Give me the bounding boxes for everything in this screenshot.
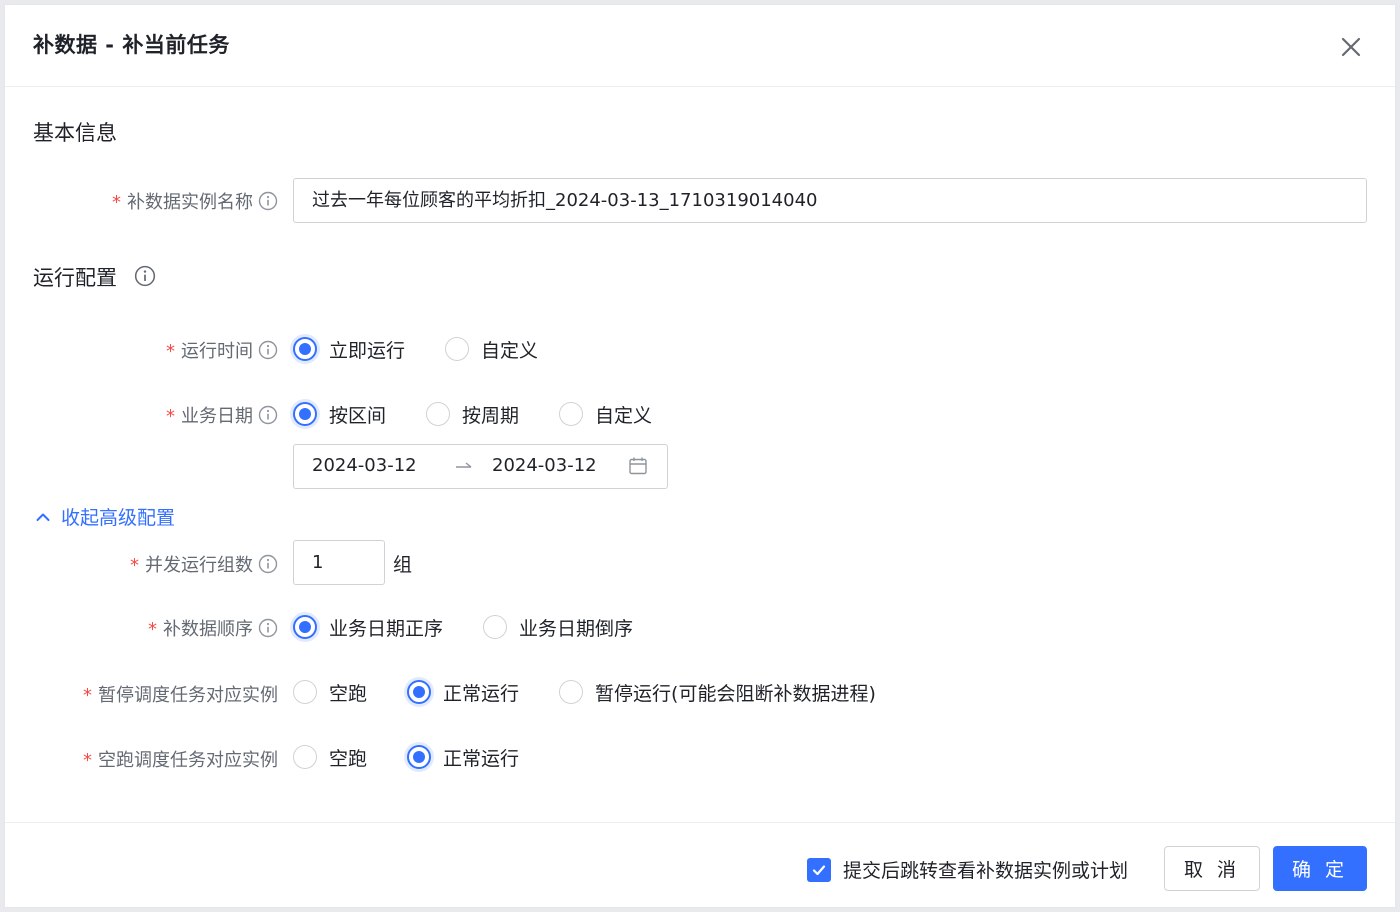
run-time-label: * 运行时间 xyxy=(5,337,278,363)
radio-dot xyxy=(293,337,317,361)
radio-label: 正常运行 xyxy=(443,747,520,770)
collapse-advanced-label: 收起高级配置 xyxy=(61,507,176,529)
info-icon[interactable] xyxy=(134,265,156,287)
info-icon[interactable] xyxy=(258,554,278,574)
radio-paused-normal[interactable]: 正常运行 xyxy=(407,679,519,706)
radio-dry-run-normal[interactable]: 正常运行 xyxy=(407,744,519,771)
radio-paused-pause[interactable]: 暂停运行(可能会阻断补数据进程) xyxy=(559,679,876,706)
dialog-footer: 提交后跳转查看补数据实例或计划 取 消 确 定 xyxy=(5,822,1395,909)
radio-dot xyxy=(426,402,451,426)
info-icon[interactable] xyxy=(258,405,278,425)
radio-dot xyxy=(293,615,317,639)
radio-dot xyxy=(559,680,584,704)
parallel-groups-unit: 组 xyxy=(393,554,413,576)
radio-label: 暂停运行(可能会阻断补数据进程) xyxy=(595,682,876,705)
range-start-date[interactable]: 2024-03-12 xyxy=(312,455,417,476)
fill-order-label: * 补数据顺序 xyxy=(5,615,278,641)
radio-run-now[interactable]: 立即运行 xyxy=(293,336,405,363)
radio-by-period[interactable]: 按周期 xyxy=(426,401,519,428)
radio-label: 按区间 xyxy=(329,404,387,427)
required-mark: * xyxy=(112,192,121,213)
radio-dot xyxy=(483,615,508,639)
dry-run-instance-radio-group: 空跑 正常运行 xyxy=(293,743,519,771)
radio-order-asc[interactable]: 业务日期正序 xyxy=(293,614,443,641)
run-time-radio-group: 立即运行 自定义 xyxy=(293,335,538,363)
radio-by-range[interactable]: 按区间 xyxy=(293,401,386,428)
collapse-advanced-toggle[interactable]: 收起高级配置 xyxy=(35,503,175,530)
range-arrow-icon xyxy=(454,456,474,480)
radio-dot xyxy=(293,402,317,426)
section-title-run-config: 运行配置 xyxy=(33,262,156,292)
radio-dot xyxy=(407,745,432,769)
radio-label: 自定义 xyxy=(595,404,653,427)
fill-order-radio-group: 业务日期正序 业务日期倒序 xyxy=(293,613,633,641)
radio-order-desc[interactable]: 业务日期倒序 xyxy=(483,614,633,641)
section-title-basic: 基本信息 xyxy=(33,121,117,145)
chevron-up-icon xyxy=(36,513,50,521)
paused-instance-label: * 暂停调度任务对应实例 xyxy=(5,681,278,707)
required-mark: * xyxy=(130,555,139,576)
info-icon[interactable] xyxy=(258,340,278,360)
radio-label: 按周期 xyxy=(462,404,520,427)
required-mark: * xyxy=(166,406,175,427)
close-icon[interactable] xyxy=(1335,31,1367,63)
required-mark: * xyxy=(148,619,157,640)
run-time-label-text: 运行时间 xyxy=(181,341,253,362)
radio-label: 空跑 xyxy=(329,682,368,705)
radio-run-custom[interactable]: 自定义 xyxy=(445,336,538,363)
parallel-groups-label-text: 并发运行组数 xyxy=(145,555,253,576)
parallel-groups-input[interactable]: 1 xyxy=(293,540,385,585)
paused-instance-radio-group: 空跑 正常运行 暂停运行(可能会阻断补数据进程) xyxy=(293,678,876,706)
checkbox-checked-icon xyxy=(807,857,831,882)
biz-date-radio-group: 按区间 按周期 自定义 xyxy=(293,400,652,428)
radio-label: 正常运行 xyxy=(443,682,520,705)
range-end-date[interactable]: 2024-03-12 xyxy=(492,455,597,476)
calendar-icon[interactable] xyxy=(628,456,648,480)
radio-dot xyxy=(559,402,584,426)
radio-dot xyxy=(293,745,317,769)
required-mark: * xyxy=(83,750,92,771)
radio-label: 自定义 xyxy=(481,339,539,362)
parallel-groups-label: * 并发运行组数 xyxy=(5,551,278,577)
radio-label: 业务日期倒序 xyxy=(519,617,634,640)
dialog-header: 补数据 - 补当前任务 xyxy=(5,5,1395,87)
radio-label: 业务日期正序 xyxy=(329,617,444,640)
date-range-picker[interactable]: 2024-03-12 2024-03-12 xyxy=(293,444,668,489)
paused-instance-label-text: 暂停调度任务对应实例 xyxy=(98,685,278,706)
radio-dot xyxy=(293,680,317,704)
fill-order-label-text: 补数据顺序 xyxy=(163,619,253,640)
instance-name-label: * 补数据实例名称 xyxy=(5,188,278,214)
dry-run-instance-label: * 空跑调度任务对应实例 xyxy=(5,746,278,772)
instance-name-input[interactable]: 过去一年每位顾客的平均折扣_2024-03-13_1710319014040 xyxy=(293,178,1367,223)
radio-dry-run-dry[interactable]: 空跑 xyxy=(293,744,367,771)
required-mark: * xyxy=(83,685,92,706)
radio-paused-dry-run[interactable]: 空跑 xyxy=(293,679,367,706)
radio-label: 空跑 xyxy=(329,747,368,770)
dialog-title: 补数据 - 补当前任务 xyxy=(33,33,230,57)
dry-run-instance-label-text: 空跑调度任务对应实例 xyxy=(98,750,278,771)
fill-data-dialog: 补数据 - 补当前任务 基本信息 * 补数据实例名称 过去一年每位顾客的平均折扣_… xyxy=(4,4,1396,908)
radio-biz-date-custom[interactable]: 自定义 xyxy=(559,401,652,428)
info-icon[interactable] xyxy=(258,618,278,638)
instance-name-label-text: 补数据实例名称 xyxy=(127,192,253,213)
required-mark: * xyxy=(166,341,175,362)
cancel-button[interactable]: 取 消 xyxy=(1164,846,1260,891)
radio-dot xyxy=(445,337,470,361)
radio-dot xyxy=(407,680,432,704)
biz-date-label-text: 业务日期 xyxy=(181,406,253,427)
run-config-title-text: 运行配置 xyxy=(33,266,117,290)
info-icon[interactable] xyxy=(258,191,278,211)
jump-after-submit-checkbox[interactable]: 提交后跳转查看补数据实例或计划 xyxy=(807,856,1128,883)
confirm-button[interactable]: 确 定 xyxy=(1273,846,1367,891)
jump-after-submit-label: 提交后跳转查看补数据实例或计划 xyxy=(843,860,1129,882)
biz-date-label: * 业务日期 xyxy=(5,402,278,428)
radio-label: 立即运行 xyxy=(329,339,406,362)
